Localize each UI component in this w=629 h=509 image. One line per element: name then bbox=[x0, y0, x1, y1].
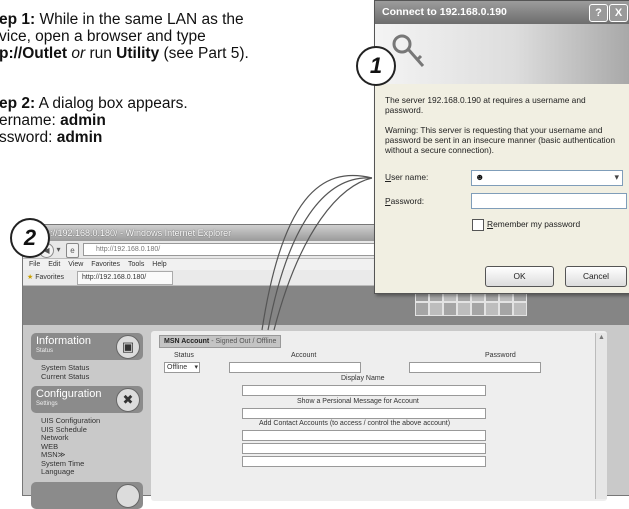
chevron-down-icon[interactable]: ▾ bbox=[614, 172, 619, 183]
insecure-warning: Warning: This server is requesting that … bbox=[385, 125, 615, 155]
password-label: Password: bbox=[385, 196, 425, 206]
username-label: User name: bbox=[385, 172, 429, 182]
dialog-title-bar: Connect to 192.168.0.190 ? X bbox=[375, 1, 629, 24]
connector-curve bbox=[261, 174, 373, 331]
close-button[interactable]: X bbox=[609, 4, 628, 22]
dialog-title: Connect to 192.168.0.190 bbox=[382, 6, 507, 18]
ok-button[interactable]: OK bbox=[485, 266, 554, 287]
user-icon: ☻ bbox=[475, 172, 485, 182]
step-badge-2: 2 bbox=[10, 218, 50, 258]
help-button[interactable]: ? bbox=[589, 4, 608, 22]
step-badge-1: 1 bbox=[356, 46, 396, 86]
login-dialog: Connect to 192.168.0.190 ? X The server … bbox=[374, 0, 629, 294]
connector-curve bbox=[267, 177, 373, 331]
remember-label: Remember my password bbox=[487, 219, 581, 229]
dialog-banner bbox=[375, 24, 629, 84]
password-field[interactable] bbox=[471, 193, 627, 209]
username-input[interactable]: ☻ ▾ bbox=[471, 170, 623, 186]
cancel-button[interactable]: Cancel bbox=[565, 266, 627, 287]
server-message: The server 192.168.0.190 at requires a u… bbox=[385, 95, 586, 115]
remember-checkbox[interactable] bbox=[472, 219, 484, 231]
